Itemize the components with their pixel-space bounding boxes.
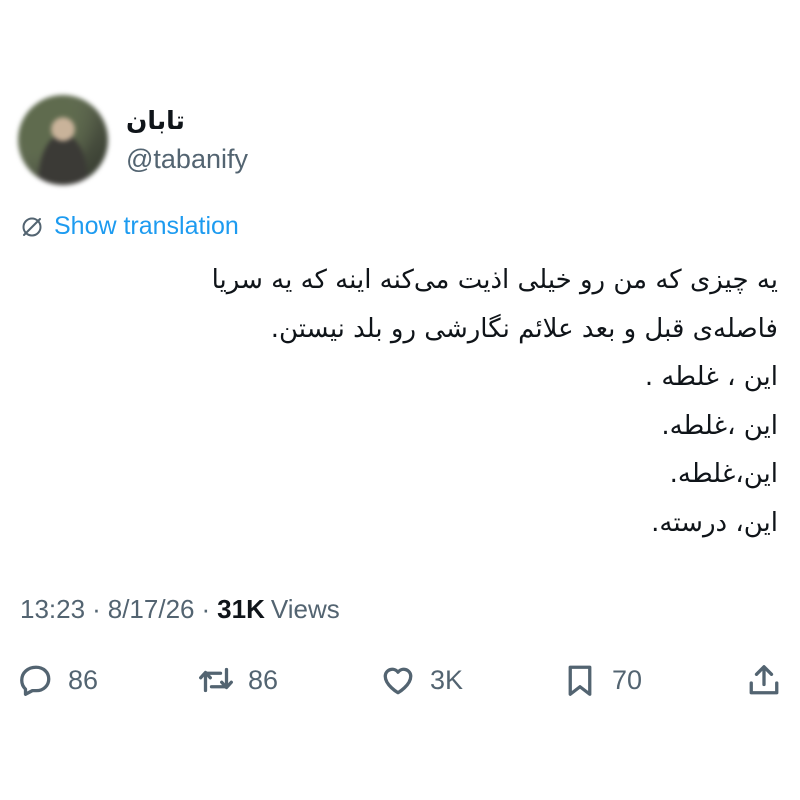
reply-count: 86 [68, 664, 99, 695]
views-label: Views [270, 594, 340, 624]
author-names: تابان @tabanify [126, 104, 248, 176]
bookmark-icon [568, 665, 592, 696]
action-bar: 86 86 3K 70 [18, 658, 784, 702]
tweet-text: یه چیزی که من رو خیلی اذیت می‌کنه اینه ک… [78, 256, 778, 547]
bookmark-count: 70 [612, 664, 643, 695]
retweet-icon [199, 667, 233, 693]
tweet-line: این، درسته. [651, 507, 778, 538]
meta-separator: · [92, 594, 101, 624]
share-button[interactable] [746, 658, 782, 702]
tweet-line: فاصله‌ی قبل و بعد علائم نگارشی رو بلد نی… [270, 313, 778, 344]
tweet-meta: 13:23 · 8/17/26 · 31K Views [20, 594, 340, 625]
tweet-line: این ،غلطه. [661, 410, 778, 441]
tweet-header: تابان @tabanify [18, 95, 248, 185]
tweet-date[interactable]: 8/17/26 [108, 594, 195, 625]
show-translation-label[interactable]: Show translation [54, 212, 239, 241]
reply-button[interactable]: 86 [18, 658, 98, 702]
views-count[interactable]: 31K [217, 594, 265, 625]
like-count: 3K [430, 664, 464, 695]
tweet-line: این ، غلطه . [644, 362, 778, 392]
show-translation-link[interactable]: Show translation [20, 212, 239, 241]
retweet-button[interactable]: 86 [198, 658, 278, 702]
tweet-line: یه چیزی که من رو خیلی اذیت می‌کنه اینه ک… [211, 265, 778, 295]
tweet-time[interactable]: 13:23 [20, 594, 85, 625]
reply-icon [20, 665, 51, 696]
meta-separator: · [201, 594, 211, 624]
tweet-line: این،غلطه. [669, 459, 778, 489]
like-icon [383, 667, 413, 695]
bookmark-button[interactable]: 70 [562, 658, 642, 702]
translate-icon [22, 217, 42, 236]
share-icon [749, 665, 779, 695]
author-display-name[interactable]: تابان [126, 104, 248, 138]
retweet-count: 86 [248, 664, 279, 695]
author-handle[interactable]: @tabanify [126, 142, 248, 176]
avatar[interactable] [18, 95, 108, 185]
like-button[interactable]: 3K [380, 658, 463, 702]
